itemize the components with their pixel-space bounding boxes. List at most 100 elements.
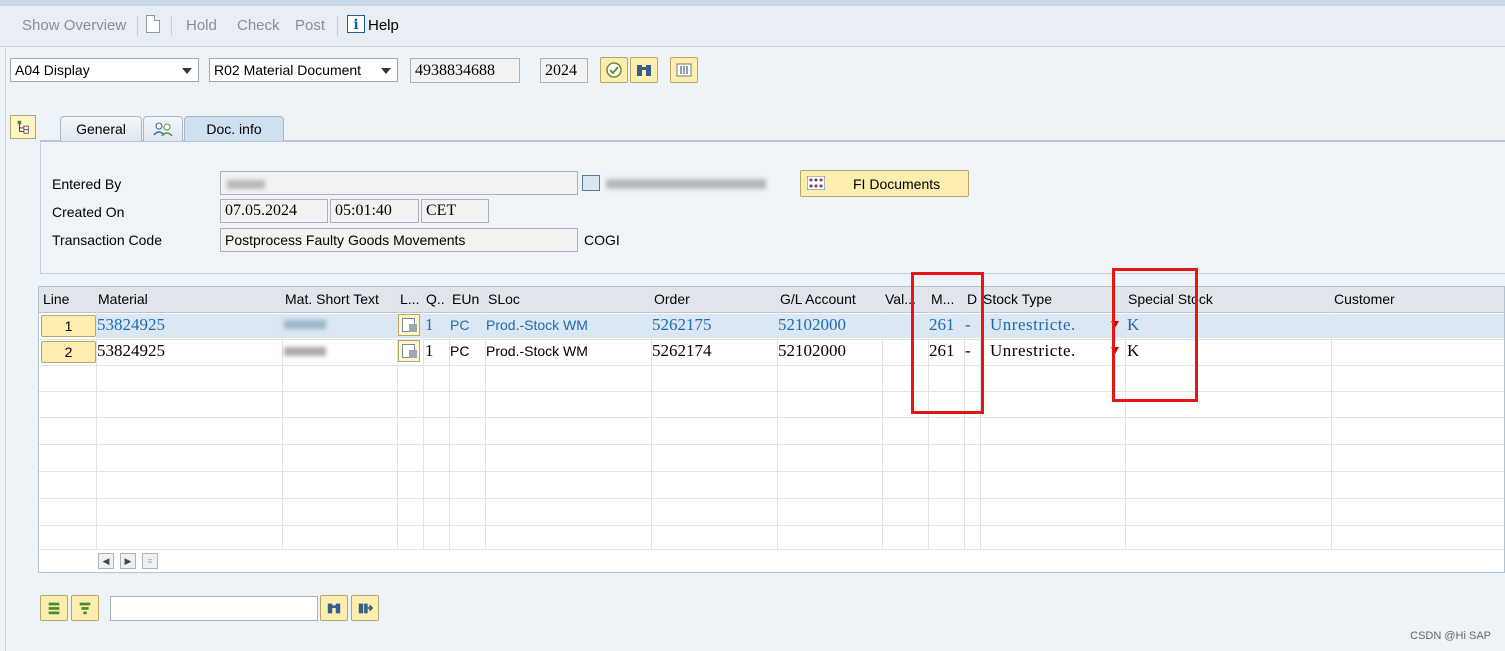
year-field[interactable]: 2024 [540,58,588,83]
row-divider [39,339,1504,340]
column-header-l[interactable]: L... [400,291,419,307]
people-icon [153,122,173,137]
material-link[interactable]: 53824925 [97,315,165,335]
table-header: Line Material Mat. Short Text L... Q.. E… [39,287,1504,313]
binoculars-icon [637,65,651,76]
gl-account-value[interactable]: 52102000 [778,341,846,361]
action-select-value: A04 Display [15,62,90,78]
scroll-settings-button[interactable]: ≡ [142,553,158,569]
created-time-field[interactable]: 05:01:40 [330,199,419,223]
select-all-icon [48,602,60,615]
row-select-button[interactable]: 1 [41,315,96,337]
reference-select[interactable]: R02 Material Document [209,58,398,82]
column-header-eun[interactable]: EUn [452,291,479,307]
items-table: Line Material Mat. Short Text L... Q.. E… [38,286,1505,573]
search-input[interactable] [110,596,318,621]
highlight-box-special-stock [1112,268,1198,402]
new-document-icon[interactable] [146,15,160,33]
row-select-button[interactable]: 2 [41,341,96,363]
execute-button[interactable] [600,57,628,83]
highlight-box-movement-type [911,272,984,414]
redacted-user [227,180,265,189]
watermark-text: CSDN @Hi SAP [1410,630,1491,642]
find-next-button[interactable] [351,595,379,621]
tab-doc-info[interactable]: Doc. info [184,116,284,141]
documents-flow-icon [807,176,825,190]
row-divider [39,444,1504,445]
tab-partner[interactable] [143,116,183,141]
toolbar-separator [337,16,338,36]
row-divider [39,498,1504,499]
chevron-down-icon [381,68,391,74]
column-header-material[interactable]: Material [98,291,148,307]
tab-general[interactable]: General [60,116,142,141]
columns-icon [676,63,692,77]
column-header-customer[interactable]: Customer [1334,291,1395,307]
reference-select-value: R02 Material Document [214,62,362,78]
long-text-icon[interactable] [398,340,420,362]
sloc-value: Prod.-Stock WM [486,343,588,359]
find-button[interactable] [630,57,658,83]
unit-value: PC [450,317,470,333]
gl-account-link[interactable]: 52102000 [778,315,846,335]
row-divider [39,549,1504,550]
check-button[interactable]: Check [237,17,280,34]
sloc-value: Prod.-Stock WM [486,317,588,333]
row-divider [39,391,1504,392]
entered-by-label: Entered By [52,176,122,192]
post-button[interactable]: Post [295,17,325,34]
column-header-line[interactable]: Line [43,291,69,307]
document-number-field[interactable]: 4938834688 [410,58,520,83]
scroll-right-button[interactable]: ▶ [120,553,136,569]
column-header-stock-type[interactable]: Stock Type [983,291,1052,307]
action-select[interactable]: A04 Display [10,58,199,82]
column-header-sloc[interactable]: SLoc [488,291,520,307]
tree-icon [17,120,29,134]
entered-by-field[interactable] [220,171,578,195]
fi-documents-label: FI Documents [853,176,941,192]
row-divider [39,471,1504,472]
transaction-code-value: COGI [584,232,620,248]
binoculars-icon [327,603,341,614]
scroll-left-button[interactable]: ◀ [98,553,114,569]
toggle-tree-button[interactable] [10,115,36,139]
created-on-label: Created On [52,204,125,220]
redacted-short-text [284,320,326,329]
transaction-code-label: Transaction Code [52,232,162,248]
transaction-text-field[interactable]: Postprocess Faulty Goods Movements [220,228,578,252]
created-date-field[interactable]: 07.05.2024 [220,199,328,223]
application-toolbar: Show Overview Hold Check Post i Help [0,6,1505,47]
find-next-icon [358,603,373,614]
refresh-icon [606,62,622,78]
row-divider [39,365,1504,366]
material-value[interactable]: 53824925 [97,341,165,361]
redacted-name [606,179,766,189]
deselect-all-button[interactable] [71,595,99,621]
select-all-button[interactable] [40,595,68,621]
order-value[interactable]: 5262174 [652,341,712,361]
left-border [5,46,6,651]
address-book-icon[interactable] [582,175,600,191]
row-divider [39,525,1504,526]
stock-type-value[interactable]: Unrestricte. [990,341,1076,361]
info-icon[interactable]: i [347,15,365,33]
show-overview-button[interactable]: Show Overview [22,17,126,34]
fi-documents-button[interactable]: FI Documents [800,170,969,197]
stock-type-value[interactable]: Unrestricte. [990,315,1076,335]
order-link[interactable]: 5262175 [652,315,712,335]
find-button[interactable] [320,595,348,621]
deselect-all-icon [79,602,91,615]
column-header-q[interactable]: Q.. [426,291,445,307]
long-text-icon[interactable] [398,314,420,336]
row-divider [39,417,1504,418]
column-header-mat-short-text[interactable]: Mat. Short Text [285,291,379,307]
column-header-gl-account[interactable]: G/L Account [780,291,856,307]
column-header-order[interactable]: Order [654,291,690,307]
timezone-field[interactable]: CET [421,199,489,223]
redacted-short-text [284,347,326,356]
hold-button[interactable]: Hold [186,17,217,34]
chevron-down-icon [182,68,192,74]
detail-button[interactable] [670,57,698,83]
toolbar-separator [171,16,172,36]
help-button[interactable]: Help [368,17,399,34]
